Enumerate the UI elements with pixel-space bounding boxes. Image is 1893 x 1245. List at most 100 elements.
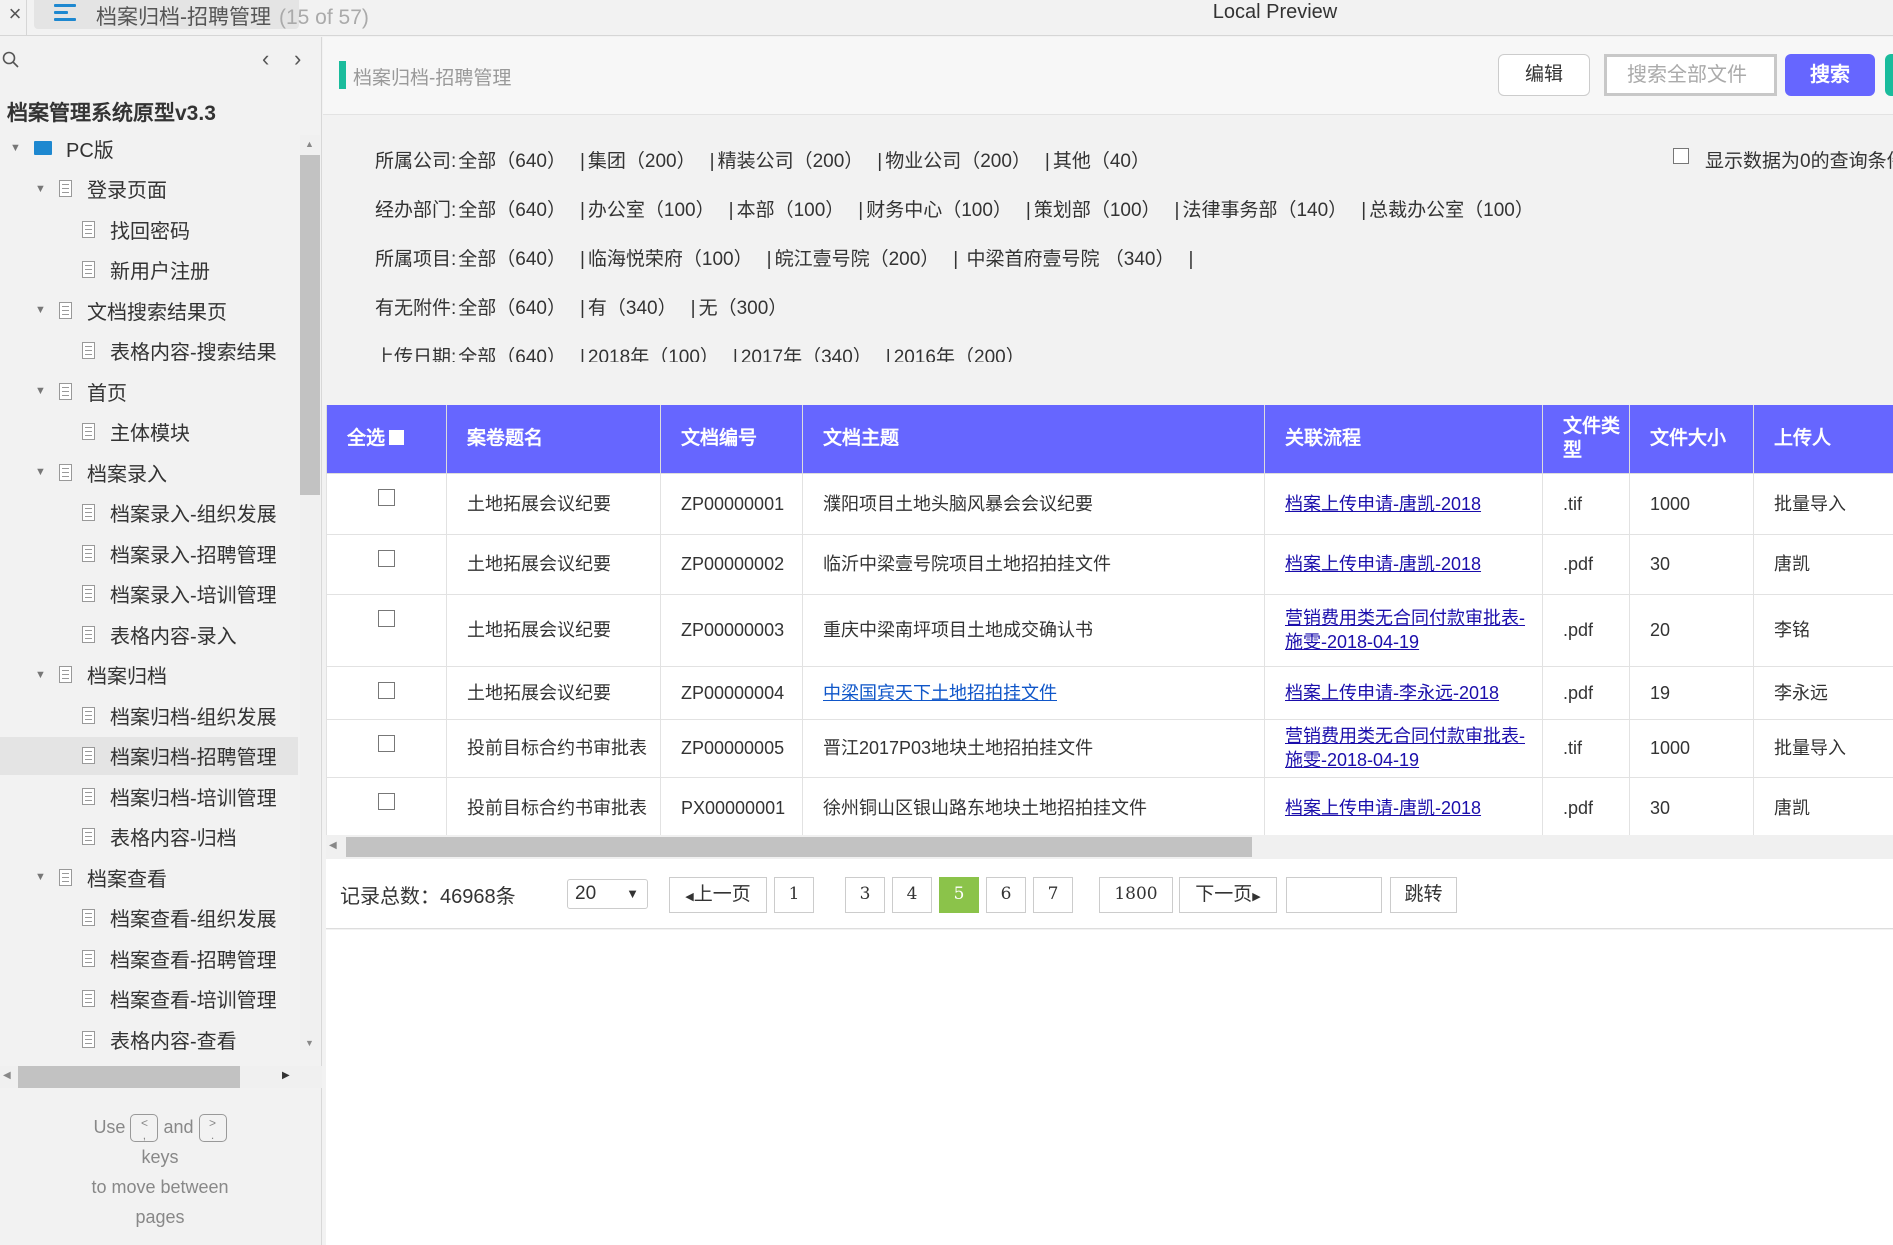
scroll-up-icon[interactable]: ▲ xyxy=(305,139,314,149)
expand-caret-icon[interactable]: ▼ xyxy=(35,386,46,397)
sidebar-item[interactable]: 档案查看-培训管理 xyxy=(0,980,298,1018)
filter-option[interactable]: 精装公司（200） xyxy=(718,151,864,172)
search-icon[interactable] xyxy=(2,51,20,69)
filter-option[interactable]: 集团（200） xyxy=(588,151,696,172)
sidebar-item[interactable]: 找回密码 xyxy=(0,210,298,248)
sidebar-item[interactable]: ▼ 文档搜索结果页 xyxy=(0,291,298,329)
column-header[interactable]: 上传人 xyxy=(1753,405,1893,474)
sidebar-item[interactable]: ▼ 档案归档 xyxy=(0,656,298,694)
flow-link[interactable]: 档案上传申请-唐凯-2018 xyxy=(1285,554,1481,574)
flow-link[interactable]: 施雯-2018-04-19 xyxy=(1285,750,1419,770)
table-row[interactable]: 投前目标合约书审批表 ZP00000005 晋江2017P03地块土地招拍挂文件 营销… xyxy=(326,718,1893,778)
page-number-button[interactable]: 4 xyxy=(892,877,932,913)
sidebar-item[interactable]: 表格内容-查看 xyxy=(0,1020,298,1055)
row-checkbox[interactable] xyxy=(378,549,395,567)
prev-page-button[interactable]: ◀上一页 xyxy=(669,877,767,913)
filter-option[interactable]: 无（300） xyxy=(699,298,788,319)
sidebar-item[interactable]: 新用户注册 xyxy=(0,251,298,289)
select-all-header[interactable]: 全选 xyxy=(326,405,447,474)
page-number-button[interactable]: 1 xyxy=(774,877,814,913)
scroll-left-icon[interactable]: ◀ xyxy=(3,1070,11,1081)
next-page-button[interactable]: 下一页▶ xyxy=(1179,877,1277,913)
sidebar-item[interactable]: ▼ 档案查看 xyxy=(0,858,298,896)
filter-option[interactable]: 全部（640） xyxy=(458,249,566,270)
select-all-checkbox[interactable] xyxy=(389,429,405,445)
row-checkbox[interactable] xyxy=(378,792,395,810)
scroll-right-icon[interactable]: ▶ xyxy=(282,1070,290,1081)
column-header[interactable]: 文档主题 xyxy=(802,405,1265,474)
search-button[interactable]: 搜索 xyxy=(1785,54,1875,96)
row-checkbox[interactable] xyxy=(378,488,395,506)
scroll-down-icon[interactable]: ▼ xyxy=(305,1038,314,1048)
sidebar-item[interactable]: 档案录入-培训管理 xyxy=(0,575,298,613)
edit-button[interactable]: 编辑 xyxy=(1498,54,1590,96)
filter-option[interactable]: 2016年（200） xyxy=(894,347,1025,362)
flow-link[interactable]: 营销费用类无合同付款审批表- xyxy=(1285,726,1525,746)
sidebar-vertical-scrollbar[interactable]: ▲ ▼ xyxy=(300,135,320,1050)
extra-button[interactable] xyxy=(1885,54,1893,96)
flow-link[interactable]: 档案上传申请-唐凯-2018 xyxy=(1285,494,1481,514)
close-icon[interactable]: × xyxy=(4,0,26,36)
scroll-left-icon[interactable]: ◀ xyxy=(329,840,337,851)
table-row[interactable]: 土地拓展会议纪要 ZP00000004 中梁国宾天下土地招拍挂文件 档案上传申请-李永… xyxy=(326,665,1893,720)
row-checkbox[interactable] xyxy=(378,609,395,627)
filter-option[interactable]: 全部（640） xyxy=(458,347,566,362)
prev-page-button[interactable]: ‹ xyxy=(262,46,269,72)
sidebar-item[interactable]: ▼ 登录页面 xyxy=(0,170,298,208)
filter-option[interactable]: 财务中心（100） xyxy=(866,200,1012,221)
sidebar-item[interactable]: 表格内容-搜索结果 xyxy=(0,332,298,370)
show-zero-checkbox[interactable]: 显示数据为0的查询条件 xyxy=(1673,146,1893,173)
flow-link[interactable]: 施雯-2018-04-19 xyxy=(1285,632,1419,652)
row-checkbox[interactable] xyxy=(378,734,395,752)
cell-subject[interactable]: 中梁国宾天下土地招拍挂文件 xyxy=(802,665,1265,720)
column-header[interactable]: 文件类型 xyxy=(1542,405,1630,474)
hamburger-menu-icon[interactable] xyxy=(54,4,76,24)
page-size-select[interactable]: 20 ▼ xyxy=(567,879,648,909)
filter-option[interactable]: 其他（40） xyxy=(1053,151,1150,172)
jump-button[interactable]: 跳转 xyxy=(1390,877,1457,913)
filter-option[interactable]: 总裁办公室（100） xyxy=(1369,200,1534,221)
table-row[interactable]: 土地拓展会议纪要 ZP00000002 临沂中梁壹号院项目土地招拍挂文件 档案上传申请… xyxy=(326,533,1893,595)
filter-option[interactable]: 策划部（100） xyxy=(1034,200,1161,221)
table-horizontal-scrollbar[interactable]: ◀ xyxy=(326,835,1893,859)
flow-link[interactable]: 档案上传申请-李永远-2018 xyxy=(1285,683,1499,703)
sidebar-item[interactable]: 档案查看-招聘管理 xyxy=(0,939,298,977)
scrollbar-thumb[interactable] xyxy=(346,837,1252,857)
table-row[interactable]: 土地拓展会议纪要 ZP00000003 重庆中梁南坪项目土地成交确认书 营销费用类无合… xyxy=(326,593,1893,667)
sidebar-item[interactable]: 主体模块 xyxy=(0,413,298,451)
sidebar-item[interactable]: 档案归档-组织发展 xyxy=(0,696,298,734)
column-header[interactable]: 文档编号 xyxy=(660,405,803,474)
next-page-button[interactable]: › xyxy=(294,46,301,72)
column-header[interactable]: 案卷题名 xyxy=(446,405,661,474)
expand-caret-icon[interactable]: ▼ xyxy=(10,143,21,154)
flow-link[interactable]: 营销费用类无合同付款审批表- xyxy=(1285,608,1525,628)
sidebar-horizontal-scrollbar[interactable]: ◀ ▶ xyxy=(0,1066,322,1088)
current-page-button[interactable]: 5 xyxy=(939,877,979,913)
subject-text[interactable]: 中梁国宾天下土地招拍挂文件 xyxy=(823,683,1057,703)
filter-option[interactable]: 2017年（340） xyxy=(741,347,872,362)
sidebar-item[interactable]: 表格内容-录入 xyxy=(0,615,298,653)
expand-caret-icon[interactable]: ▼ xyxy=(35,467,46,478)
page-number-button[interactable]: 1800 xyxy=(1099,877,1173,913)
page-number-button[interactable]: 6 xyxy=(986,877,1026,913)
expand-caret-icon[interactable]: ▼ xyxy=(35,669,46,680)
expand-caret-icon[interactable]: ▼ xyxy=(35,872,46,883)
checkbox[interactable] xyxy=(1673,147,1689,164)
row-checkbox[interactable] xyxy=(378,681,395,699)
expand-caret-icon[interactable]: ▼ xyxy=(35,183,46,194)
table-row[interactable]: 土地拓展会议纪要 ZP00000001 濮阳项目土地头脑风暴会会议纪要 档案上传申请-… xyxy=(326,472,1893,535)
filter-option[interactable]: 办公室（100） xyxy=(588,200,715,221)
sidebar-item[interactable]: 档案录入-招聘管理 xyxy=(0,534,298,572)
filter-option[interactable]: 全部（640） xyxy=(458,200,566,221)
filter-option[interactable]: 皖江壹号院（200） xyxy=(775,249,940,270)
expand-caret-icon[interactable]: ▼ xyxy=(35,305,46,316)
scrollbar-thumb[interactable] xyxy=(18,1066,240,1088)
flow-link[interactable]: 档案上传申请-唐凯-2018 xyxy=(1285,798,1481,818)
sidebar-item[interactable]: 档案录入-组织发展 xyxy=(0,494,298,532)
column-header[interactable]: 文件大小 xyxy=(1629,405,1754,474)
sidebar-item[interactable]: 表格内容-归档 xyxy=(0,818,298,856)
filter-option[interactable]: 物业公司（200） xyxy=(885,151,1031,172)
filter-option[interactable]: 全部（640） xyxy=(458,151,566,172)
filter-option[interactable]: 有（340） xyxy=(588,298,677,319)
sidebar-item[interactable]: 档案归档-招聘管理 xyxy=(0,736,298,775)
